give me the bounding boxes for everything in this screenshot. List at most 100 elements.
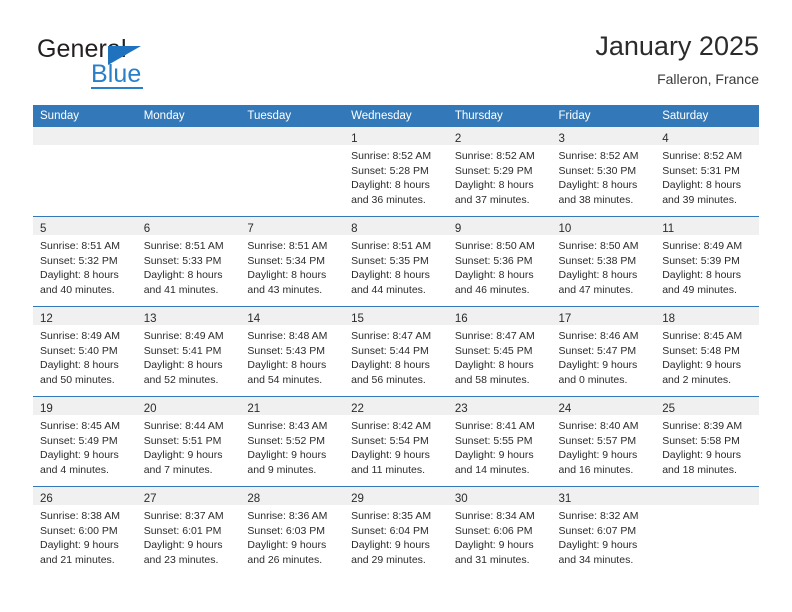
sunset-text: Sunset: 5:38 PM xyxy=(558,254,637,267)
calendar-cell-day[interactable]: 30 Sunrise: 8:34 AM Sunset: 6:06 PM Dayligh… xyxy=(447,486,552,576)
sunset-text: Sunset: 5:43 PM xyxy=(247,344,326,357)
day-cell: 9 Sunrise: 8:50 AM Sunset: 5:36 PM Daylight… xyxy=(447,217,552,306)
calendar-cell-day[interactable]: 19 Sunrise: 8:45 AM Sunset: 5:49 PM Dayligh… xyxy=(33,396,137,487)
calendar-cell-day[interactable]: 4 Sunrise: 8:52 AM Sunset: 5:31 PM Daylight… xyxy=(655,127,759,217)
calendar-cell-day[interactable]: 10 Sunrise: 8:50 AM Sunset: 5:38 PM Dayligh… xyxy=(551,216,656,307)
day-number: 25 xyxy=(662,403,676,415)
calendar-cell-day[interactable]: 5 Sunrise: 8:51 AM Sunset: 5:32 PM Daylight… xyxy=(33,216,137,307)
day-number-band: 17 xyxy=(551,307,656,325)
day-cell: 17 Sunrise: 8:46 AM Sunset: 5:47 PM Dayligh… xyxy=(551,307,656,396)
day-cell: 30 Sunrise: 8:34 AM Sunset: 6:06 PM Dayligh… xyxy=(447,487,552,576)
daylight-text-line2: and 40 minutes. xyxy=(40,283,115,296)
calendar-cell-day[interactable]: 23 Sunrise: 8:41 AM Sunset: 5:55 PM Dayligh… xyxy=(447,396,552,487)
calendar-cell-day[interactable]: 31 Sunrise: 8:32 AM Sunset: 6:07 PM Dayligh… xyxy=(551,486,656,576)
sunset-text: Sunset: 6:04 PM xyxy=(351,524,429,537)
calendar-cell-day[interactable]: 13 Sunrise: 8:49 AM Sunset: 5:41 PM Dayligh… xyxy=(136,306,241,397)
sunrise-text: Sunrise: 8:49 AM xyxy=(40,330,120,342)
day-cell: 11 Sunrise: 8:49 AM Sunset: 5:39 PM Dayligh… xyxy=(655,217,759,306)
day-number: 2 xyxy=(454,133,462,145)
daylight-text-line2: and 31 minutes. xyxy=(454,553,530,566)
daylight-text-line1: Daylight: 9 hours xyxy=(247,449,327,461)
sunset-text: Sunset: 5:30 PM xyxy=(558,164,637,177)
sunset-text: Sunset: 6:03 PM xyxy=(247,524,326,537)
daylight-text-line2: and 41 minutes. xyxy=(143,283,219,296)
sunrise-text: Sunrise: 8:51 AM xyxy=(143,240,224,252)
calendar-body: 1 Sunrise: 8:52 AM Sunset: 5:28 PM Daylight… xyxy=(33,127,759,576)
sunset-text: Sunset: 5:44 PM xyxy=(351,344,429,357)
calendar-cell-day[interactable]: 21 Sunrise: 8:43 AM Sunset: 5:52 PM Dayligh… xyxy=(240,396,345,487)
calendar-cell-day[interactable]: 8 Sunrise: 8:51 AM Sunset: 5:35 PM Daylight… xyxy=(344,216,448,307)
sunrise-text: Sunrise: 8:45 AM xyxy=(40,420,120,432)
day-cell: 13 Sunrise: 8:49 AM Sunset: 5:41 PM Dayligh… xyxy=(136,307,241,396)
calendar-cell-day[interactable]: 25 Sunrise: 8:39 AM Sunset: 5:58 PM Dayligh… xyxy=(655,396,759,487)
calendar-cell-day[interactable]: 29 Sunrise: 8:35 AM Sunset: 6:04 PM Dayligh… xyxy=(344,486,448,576)
calendar-header-row: Sunday Monday Tuesday Wednesday Thursday… xyxy=(33,105,759,127)
daylight-text-line1: Daylight: 8 hours xyxy=(351,179,430,191)
calendar-cell-day[interactable]: 28 Sunrise: 8:36 AM Sunset: 6:03 PM Dayligh… xyxy=(240,486,345,576)
calendar-cell-day[interactable]: 9 Sunrise: 8:50 AM Sunset: 5:36 PM Daylight… xyxy=(447,216,552,307)
day-details: Sunrise: 8:35 AM Sunset: 6:04 PM Daylight:… xyxy=(344,505,448,567)
daylight-text-line2: and 14 minutes. xyxy=(454,463,530,476)
day-details: Sunrise: 8:47 AM Sunset: 5:45 PM Daylight:… xyxy=(448,325,552,387)
page-subtitle-location: Falleron, France xyxy=(657,71,759,87)
daylight-text-line1: Daylight: 9 hours xyxy=(558,359,638,371)
sunrise-text: Sunrise: 8:44 AM xyxy=(143,420,224,432)
day-number-band: 31 xyxy=(551,487,656,505)
calendar-cell-empty xyxy=(655,486,759,576)
general-blue-logo[interactable]: General Blue xyxy=(33,36,263,96)
day-number-band xyxy=(240,127,345,145)
daylight-text-line1: Daylight: 8 hours xyxy=(454,269,534,281)
calendar-cell-day[interactable]: 3 Sunrise: 8:52 AM Sunset: 5:30 PM Daylight… xyxy=(551,127,656,217)
day-number-band: 9 xyxy=(447,217,552,235)
daylight-text-line2: and 21 minutes. xyxy=(40,553,115,566)
day-details: Sunrise: 8:34 AM Sunset: 6:06 PM Daylight:… xyxy=(448,505,552,567)
calendar-cell-day[interactable]: 26 Sunrise: 8:38 AM Sunset: 6:00 PM Dayligh… xyxy=(33,486,137,576)
day-details: Sunrise: 8:51 AM Sunset: 5:35 PM Daylight:… xyxy=(344,235,448,297)
day-number: 29 xyxy=(351,493,364,505)
day-details: Sunrise: 8:36 AM Sunset: 6:03 PM Daylight:… xyxy=(240,505,344,567)
calendar-cell-day[interactable]: 22 Sunrise: 8:42 AM Sunset: 5:54 PM Dayligh… xyxy=(344,396,448,487)
calendar-cell-day[interactable]: 16 Sunrise: 8:47 AM Sunset: 5:45 PM Dayligh… xyxy=(447,306,552,397)
calendar-cell-day[interactable]: 11 Sunrise: 8:49 AM Sunset: 5:39 PM Dayligh… xyxy=(655,216,759,307)
daylight-text-line2: and 50 minutes. xyxy=(40,373,115,386)
sunrise-text: Sunrise: 8:45 AM xyxy=(662,330,743,342)
daylight-text-line1: Daylight: 8 hours xyxy=(247,359,327,371)
calendar-cell-day[interactable]: 27 Sunrise: 8:37 AM Sunset: 6:01 PM Dayligh… xyxy=(136,486,241,576)
day-number: 24 xyxy=(558,403,572,415)
calendar-cell-day[interactable]: 18 Sunrise: 8:45 AM Sunset: 5:48 PM Dayligh… xyxy=(655,306,759,397)
day-cell: 21 Sunrise: 8:43 AM Sunset: 5:52 PM Dayligh… xyxy=(240,397,345,486)
day-number: 13 xyxy=(143,313,157,325)
day-number: 3 xyxy=(558,133,565,145)
sunset-text: Sunset: 5:47 PM xyxy=(558,344,637,357)
sunset-text: Sunset: 5:51 PM xyxy=(143,434,222,447)
calendar-cell-day[interactable]: 17 Sunrise: 8:46 AM Sunset: 5:47 PM Dayligh… xyxy=(551,306,656,397)
daylight-text-line1: Daylight: 9 hours xyxy=(662,359,742,371)
calendar-cell-day[interactable]: 24 Sunrise: 8:40 AM Sunset: 5:57 PM Dayligh… xyxy=(551,396,656,487)
calendar-cell-day[interactable]: 2 Sunrise: 8:52 AM Sunset: 5:29 PM Daylight… xyxy=(447,127,552,217)
page-title: January 2025 xyxy=(595,31,759,61)
day-number: 11 xyxy=(662,223,675,235)
daylight-text-line2: and 46 minutes. xyxy=(454,283,530,296)
day-number-band: 19 xyxy=(33,397,137,415)
calendar-cell-day[interactable]: 14 Sunrise: 8:48 AM Sunset: 5:43 PM Dayligh… xyxy=(240,306,345,397)
sunset-text: Sunset: 5:45 PM xyxy=(454,344,533,357)
day-number-band: 22 xyxy=(344,397,448,415)
calendar-cell-day[interactable]: 15 Sunrise: 8:47 AM Sunset: 5:44 PM Dayligh… xyxy=(344,306,448,397)
daylight-text-line1: Daylight: 9 hours xyxy=(454,539,534,551)
calendar-cell-day[interactable]: 7 Sunrise: 8:51 AM Sunset: 5:34 PM Daylight… xyxy=(240,216,345,307)
day-number-band: 1 xyxy=(344,127,448,145)
daylight-text-line1: Daylight: 9 hours xyxy=(351,539,430,551)
calendar-cell-day[interactable]: 1 Sunrise: 8:52 AM Sunset: 5:28 PM Daylight… xyxy=(344,127,448,217)
weekday-header-thursday: Thursday xyxy=(447,105,552,127)
daylight-text-line1: Daylight: 9 hours xyxy=(143,539,223,551)
sunrise-text: Sunrise: 8:35 AM xyxy=(351,510,432,522)
sunrise-text: Sunrise: 8:49 AM xyxy=(662,240,743,252)
sunrise-text: Sunrise: 8:39 AM xyxy=(662,420,743,432)
calendar-cell-day[interactable]: 6 Sunrise: 8:51 AM Sunset: 5:33 PM Daylight… xyxy=(136,216,241,307)
daylight-text-line2: and 43 minutes. xyxy=(247,283,323,296)
calendar-week-row: 5 Sunrise: 8:51 AM Sunset: 5:32 PM Daylight… xyxy=(33,216,759,307)
calendar-cell-day[interactable]: 12 Sunrise: 8:49 AM Sunset: 5:40 PM Dayligh… xyxy=(33,306,137,397)
daylight-text-line1: Daylight: 9 hours xyxy=(558,539,638,551)
calendar-cell-day[interactable]: 20 Sunrise: 8:44 AM Sunset: 5:51 PM Dayligh… xyxy=(136,396,241,487)
sunrise-text: Sunrise: 8:42 AM xyxy=(351,420,432,432)
